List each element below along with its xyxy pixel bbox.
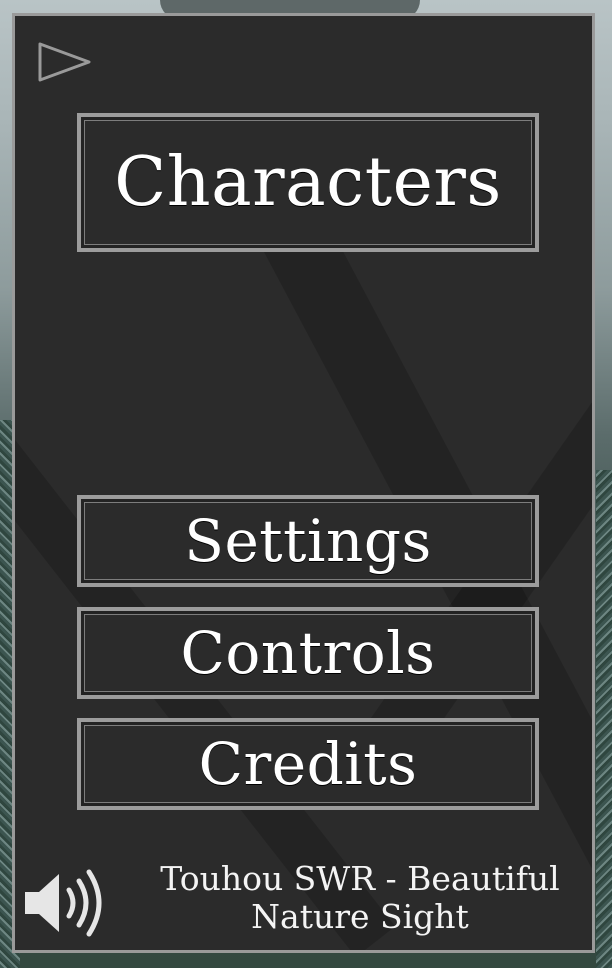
- credits-button-label: Credits: [198, 730, 418, 798]
- now-playing-title: Touhou SWR - Beautiful Nature Sight: [135, 860, 585, 936]
- credits-button[interactable]: Credits: [77, 718, 539, 810]
- now-playing-line-2: Nature Sight: [251, 897, 469, 936]
- speaker-icon[interactable]: [21, 866, 105, 940]
- settings-button[interactable]: Settings: [77, 495, 539, 587]
- background-grass-right: [596, 470, 612, 968]
- characters-button[interactable]: Characters: [77, 113, 539, 252]
- controls-button-label: Controls: [180, 619, 436, 687]
- controls-button[interactable]: Controls: [77, 607, 539, 699]
- main-menu-panel: Characters Settings Controls Credits Tou…: [12, 13, 595, 953]
- characters-button-label: Characters: [114, 143, 502, 222]
- now-playing-line-1: Touhou SWR - Beautiful: [160, 859, 560, 898]
- play-icon[interactable]: [37, 41, 93, 83]
- settings-button-label: Settings: [184, 507, 432, 575]
